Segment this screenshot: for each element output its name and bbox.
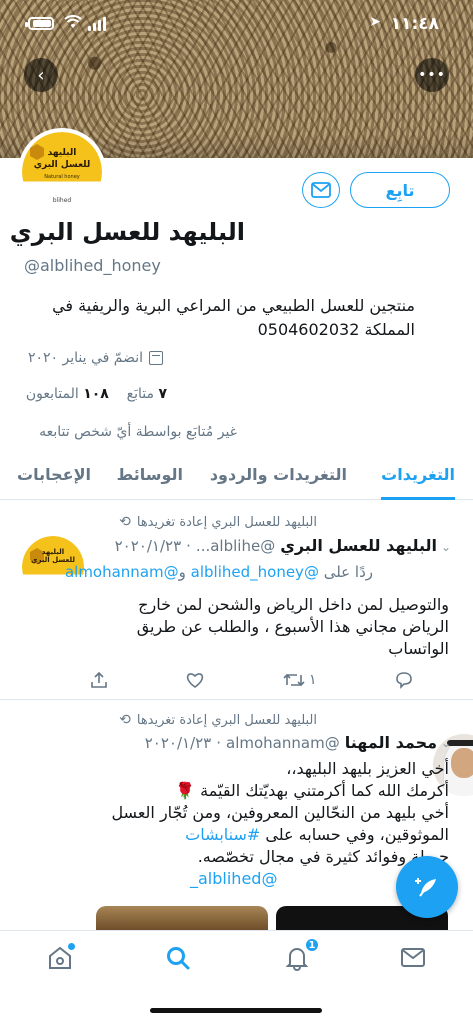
chevron-down-icon[interactable]: ⌄ (441, 540, 451, 554)
reply-joiner: و (178, 563, 186, 581)
followers-count: ١٠٨ (83, 386, 109, 402)
nav-notifications[interactable]: 1 (282, 937, 320, 973)
tweet-line: أخي العزيز بليهد البليهد،، (286, 759, 449, 778)
reply-icon (396, 672, 412, 689)
signal-icon (88, 17, 108, 31)
tab-media[interactable]: الوسائط (117, 452, 183, 500)
reply-to: ردًا على @alblihed_honey و@almohannam (65, 563, 373, 581)
tab-tweets[interactable]: التغريدات (381, 452, 455, 500)
chevron-left-icon: ‹ (37, 64, 45, 86)
new-content-dot (68, 943, 75, 950)
feather-plus-icon (415, 878, 436, 897)
logo-subtext: Natural honey (44, 174, 80, 180)
tweet-date: ٢٠٢٠/١/٢٣ (114, 537, 182, 555)
retweet-count: ١ (308, 672, 317, 688)
nav-home[interactable] (45, 943, 75, 973)
joined-text: انضمّ في يناير ٢٠٢٠ (27, 350, 143, 366)
calendar-icon (149, 351, 163, 365)
battery-icon (25, 17, 54, 30)
reply-prefix: ردًا على (323, 563, 373, 581)
heart-icon (187, 673, 204, 688)
retweet-icon: ⟲ (119, 712, 131, 728)
logo-text: للعسل البري (33, 160, 91, 170)
profile-tabs: التغريدات التغريدات والردود الوسائط الإع… (0, 452, 473, 500)
tweet-text: والتوصيل لمن داخل الرياض والشحن لمن خارج… (136, 595, 449, 658)
profile-name: البليهد للعسل البري (9, 218, 245, 246)
retweet-icon (283, 673, 305, 687)
location-arrow-icon: ➤ (369, 14, 381, 30)
message-button[interactable] (302, 172, 340, 208)
separator-dot: · (216, 734, 222, 752)
media-preview[interactable] (96, 906, 268, 932)
following-link[interactable]: ٧ متابَع (127, 386, 167, 402)
envelope-icon (311, 182, 331, 198)
reply-mention[interactable]: @almohannam (65, 563, 179, 581)
compose-tweet-button[interactable] (396, 856, 458, 918)
envelope-icon (401, 948, 425, 967)
following-count: ٧ (158, 386, 167, 402)
tweet-header: محمد المهنا @almohannam · ٢٠٢٠/١/٢٣ (145, 733, 437, 752)
follow-button[interactable]: تابِع (350, 172, 450, 208)
tweet-header: البليهد للعسل البري @alblihe... · ٢٠٢٠/١… (115, 536, 437, 555)
reply-button[interactable] (395, 670, 413, 690)
logo-text: البليهد (47, 148, 77, 158)
separator-dot: · (186, 537, 191, 555)
tab-tweets-replies[interactable]: التغريدات والردود (210, 452, 347, 500)
profile-handle: @alblihed_honey (24, 256, 161, 275)
reply-mention[interactable]: @alblihed_honey (191, 563, 319, 581)
tweet-author-name[interactable]: البليهد للعسل البري (280, 536, 437, 555)
more-options-button[interactable]: ••• (415, 58, 449, 92)
tweet-date: ٢٠٢٠/١/٢٣ (144, 734, 212, 752)
logo-footer: blihed (52, 197, 72, 204)
status-time: ١١:٤٨ (390, 14, 439, 34)
tweet-author-handle: @alblihe... (195, 537, 276, 555)
retweet-context-text: البليهد للعسل البري إعادة تغريدها (136, 712, 317, 728)
hashtag-link[interactable]: #سنابشات (185, 825, 260, 844)
honey-logo: البليهد للعسل البري Natural honey blihed (22, 132, 102, 212)
wifi-icon (64, 15, 82, 33)
nav-search[interactable] (163, 943, 193, 973)
tweet-line: أكرمك الله كما أكرمتني بهديّتك القيّمة 🌹 (175, 781, 449, 800)
retweet-context-text: البليهد للعسل البري إعادة تغريدها (136, 514, 317, 530)
tweet-actions: ١ (90, 670, 413, 690)
retweet-context: البليهد للعسل البري إعادة تغريدها ⟲ (119, 514, 317, 530)
profile-avatar[interactable]: البليهد للعسل البري Natural honey blihed (18, 128, 106, 216)
back-button[interactable]: ‹ (24, 58, 58, 92)
chevron-down-icon[interactable]: ⌄ (441, 736, 451, 750)
tweet-item[interactable]: البليهد للعسل البري إعادة تغريدها ⟲ البل… (0, 500, 473, 700)
search-icon (167, 947, 190, 970)
nav-messages[interactable] (398, 943, 428, 973)
like-button[interactable] (186, 670, 204, 690)
follow-stats: ٧ متابَع ١٠٨ المتابعون (26, 386, 167, 402)
tweet-author-name[interactable]: محمد المهنا (345, 733, 437, 752)
home-indicator (150, 1008, 322, 1013)
tab-likes[interactable]: الإعجابات (17, 452, 91, 500)
followers-label: المتابعون (25, 386, 79, 402)
tweet-author-handle: @almohannam (226, 734, 340, 752)
retweet-button[interactable]: ١ (283, 670, 317, 690)
profile-bio: منتجين للعسل الطبيعي من المراعي البرية و… (52, 296, 415, 339)
tweet-text: أخي العزيز بليهد البليهد،، أكرمك الله كم… (100, 758, 449, 890)
retweet-icon: ⟲ (119, 514, 131, 530)
status-bar: ➤ ١١:٤٨ (0, 12, 473, 38)
followers-link[interactable]: ١٠٨ المتابعون (26, 386, 109, 402)
following-label: متابَع (126, 386, 154, 402)
share-icon (91, 671, 107, 688)
share-button[interactable] (90, 670, 108, 690)
not-followed-text: غير مُتابَع بواسطة أيّ شخص تتابعه (39, 424, 237, 440)
joined-date: انضمّ في يناير ٢٠٢٠ (28, 350, 163, 366)
notification-badge: 1 (304, 937, 320, 953)
tweet-line: أخي بليهد من النحّالين المعروفين، ومن تُ… (111, 803, 449, 844)
tweet-line: جميلة وفوائد كثيرة في مجال تخصّصه. (197, 847, 449, 866)
retweet-context: البليهد للعسل البري إعادة تغريدها ⟲ (119, 712, 317, 728)
more-icon: ••• (418, 67, 446, 83)
